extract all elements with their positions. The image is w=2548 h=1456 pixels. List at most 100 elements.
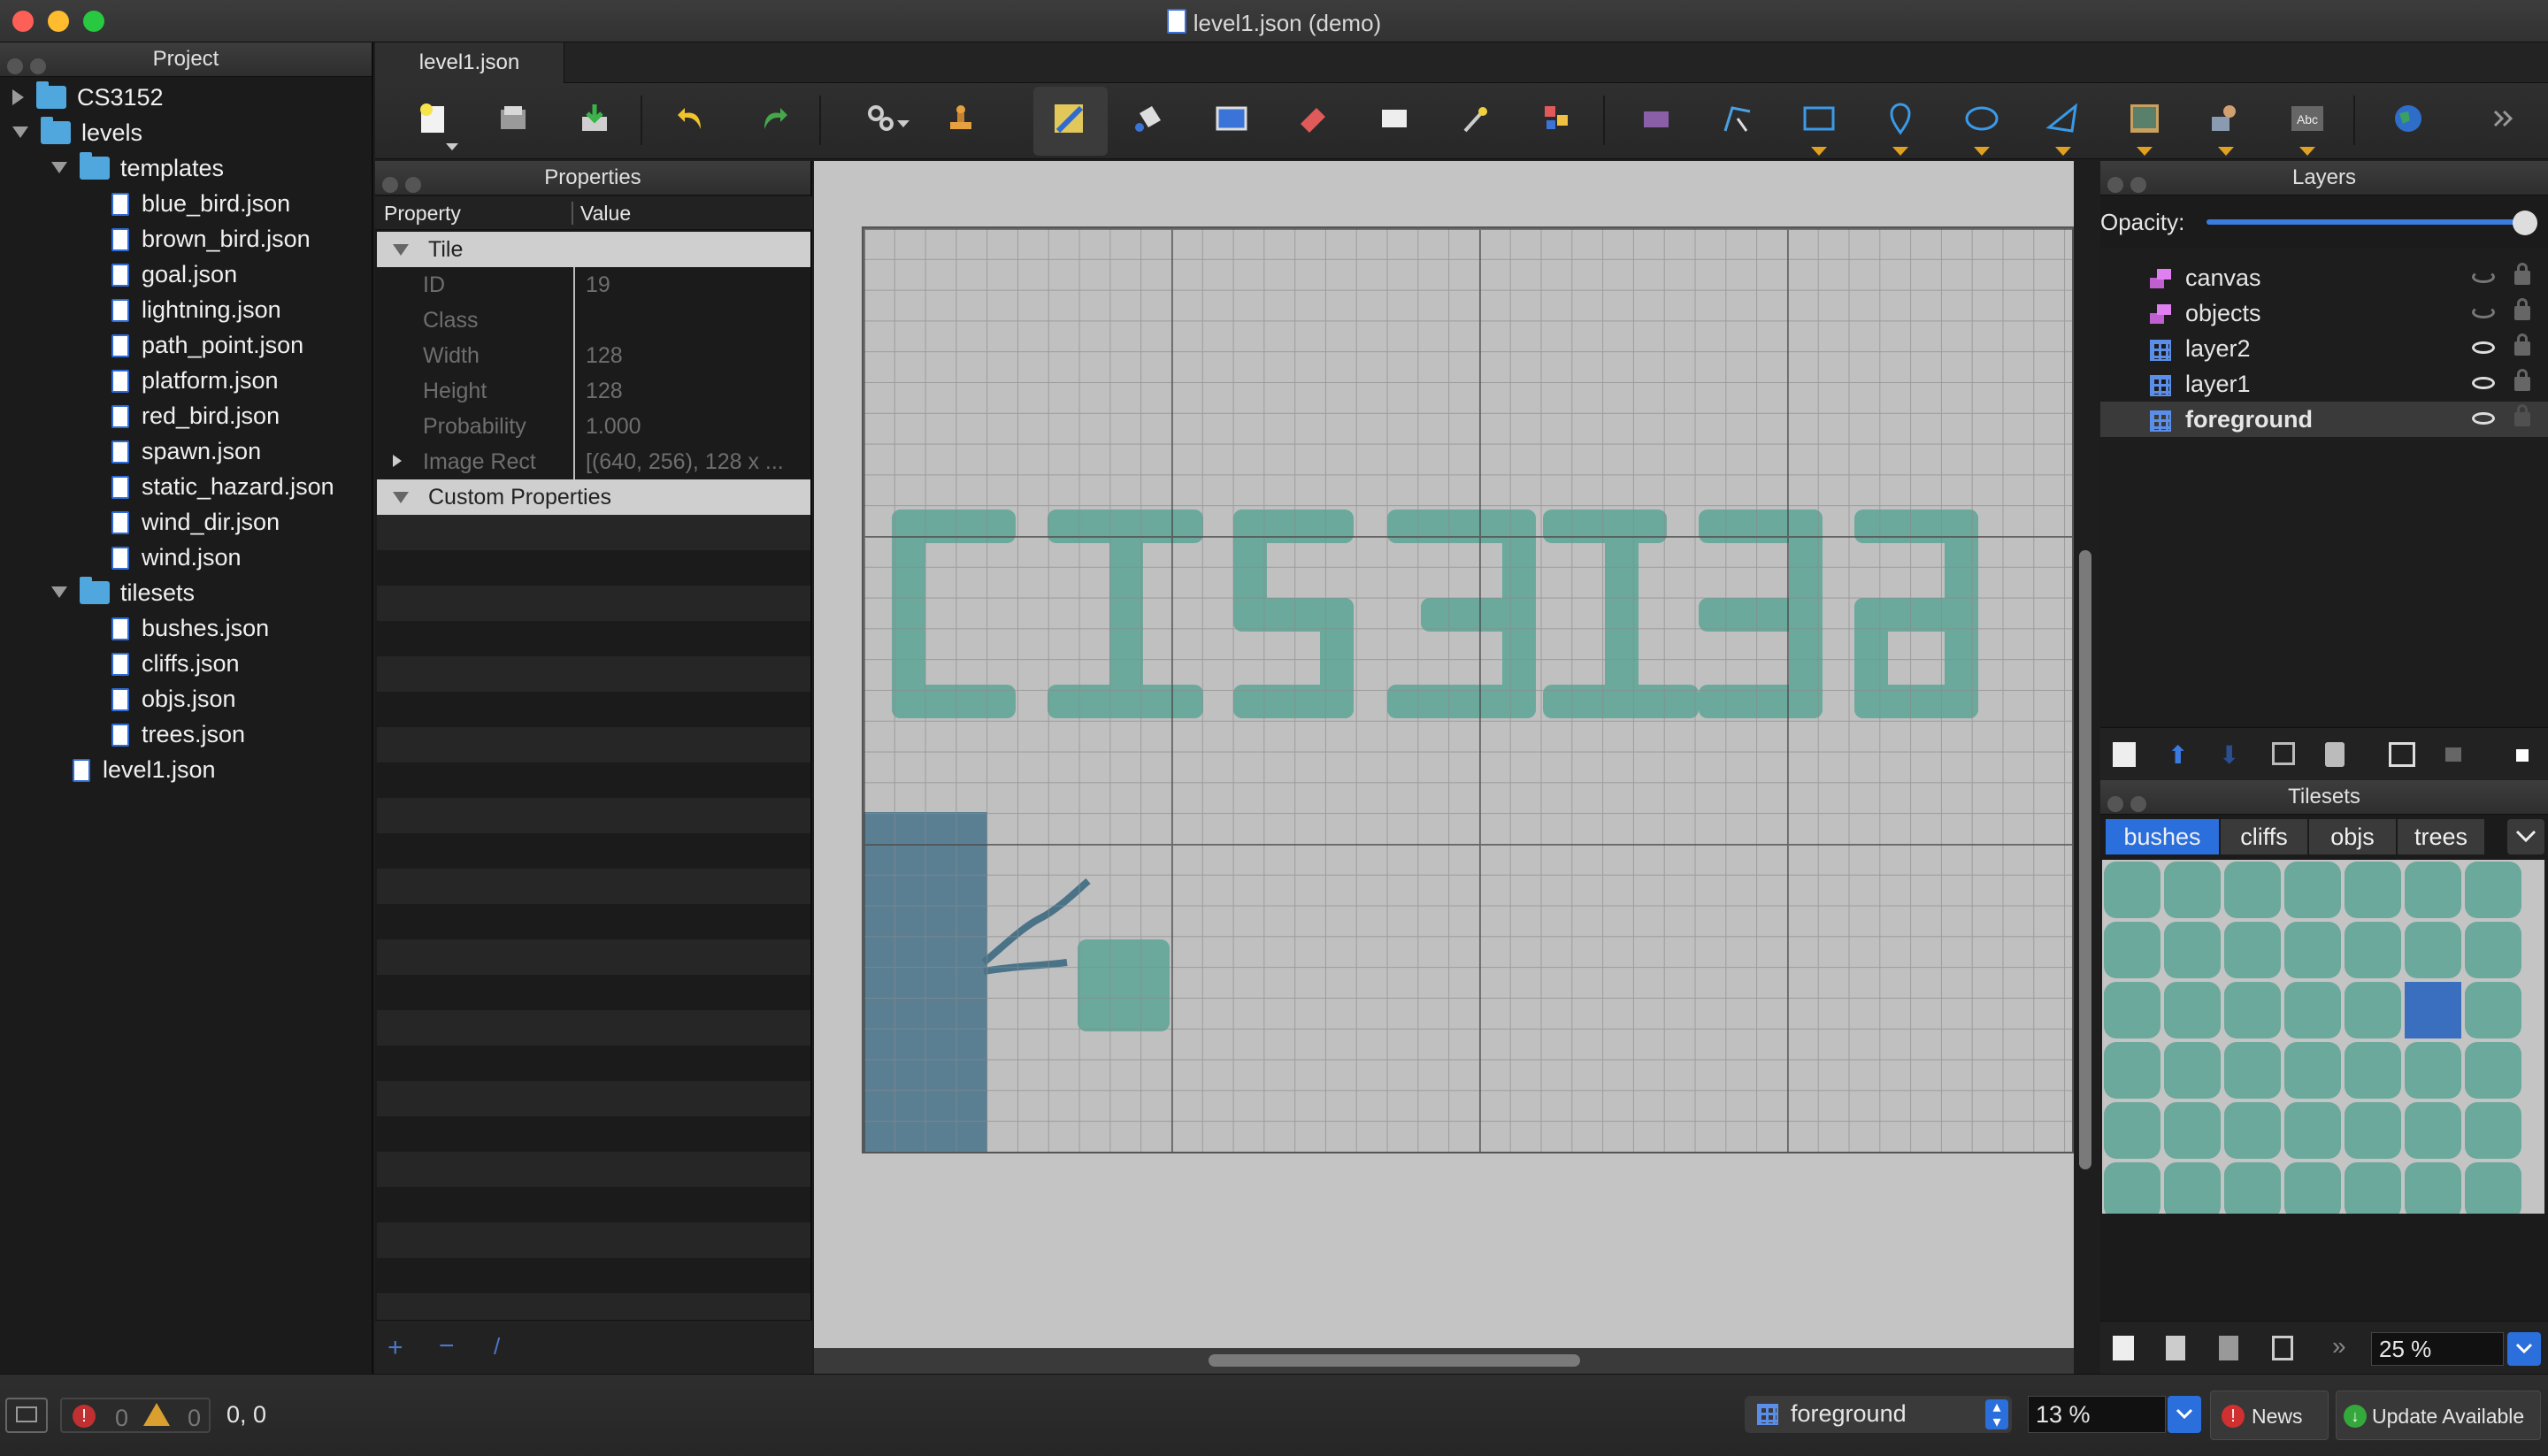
layer-item-layer2[interactable]: layer2	[2100, 331, 2548, 366]
export-tileset-icon[interactable]	[2219, 1336, 2238, 1360]
opacity-slider[interactable]	[2206, 219, 2525, 225]
tileset-tile[interactable]	[2284, 1042, 2341, 1099]
embed-tileset-icon[interactable]	[2166, 1336, 2185, 1360]
issues-button[interactable]: ! 0 0	[60, 1398, 211, 1433]
rename-property-icon[interactable]: /	[494, 1333, 500, 1360]
layer-select-dropdown[interactable]: foreground ▴ ▾	[1745, 1396, 2012, 1433]
tileset-tile[interactable]	[2405, 1102, 2461, 1159]
insert-tile-button[interactable]	[2120, 94, 2169, 156]
opacity-slider-handle[interactable]	[2513, 211, 2537, 235]
news-button[interactable]: ! News	[2210, 1391, 2329, 1440]
tileset-tile[interactable]	[2104, 1102, 2160, 1159]
tileset-zoom-dropdown[interactable]	[2507, 1332, 2541, 1366]
map-zoom-field[interactable]: 13 %	[2028, 1396, 2166, 1433]
insert-polygon-button[interactable]	[2038, 94, 2088, 156]
tree-file-item[interactable]: level1.json	[73, 752, 216, 787]
console-toggle-button[interactable]	[5, 1398, 48, 1433]
open-button[interactable]	[488, 94, 538, 143]
tileset-tile[interactable]	[2224, 982, 2281, 1038]
tileset-tile[interactable]	[2104, 1162, 2160, 1214]
tileset-tile[interactable]	[2224, 1042, 2281, 1099]
lock-icon[interactable]	[2514, 298, 2530, 320]
property-row[interactable]: Width 128	[377, 338, 810, 375]
world-tool-button[interactable]	[2383, 94, 2433, 143]
command-button[interactable]	[856, 94, 909, 143]
tileset-tile[interactable]	[2465, 862, 2521, 918]
panel-close-icon[interactable]	[382, 177, 398, 193]
property-row[interactable]: Height 128	[377, 373, 810, 410]
tree-file-item[interactable]: static_hazard.json	[111, 469, 334, 504]
panel-float-icon[interactable]	[30, 58, 46, 74]
tileset-tile[interactable]	[2284, 1102, 2341, 1159]
panel-close-icon[interactable]	[7, 58, 23, 74]
tileset-tile[interactable]	[2345, 1102, 2401, 1159]
property-column-label[interactable]: Property	[384, 196, 461, 230]
tile-map[interactable]	[862, 226, 2074, 1153]
eye-closed-icon[interactable]	[2472, 271, 2495, 283]
map-zoom-dropdown[interactable]	[2168, 1396, 2201, 1433]
select-same-tile-button[interactable]	[1532, 94, 1582, 143]
disclosure-expanded-icon[interactable]	[51, 162, 67, 173]
value-column-label[interactable]: Value	[580, 196, 631, 230]
panel-float-icon[interactable]	[405, 177, 421, 193]
save-button[interactable]	[570, 94, 619, 143]
eye-icon[interactable]	[2472, 341, 2495, 354]
layer-item-objects[interactable]: objects	[2100, 295, 2548, 331]
tree-file-item[interactable]: path_point.json	[111, 327, 303, 363]
property-row[interactable]: ID 19	[377, 267, 810, 304]
disclosure-collapsed-icon[interactable]	[393, 455, 402, 467]
tree-file-item[interactable]: red_bird.json	[111, 398, 280, 433]
tree-folder-item[interactable]: templates	[51, 150, 224, 186]
tileset-tile[interactable]	[2405, 862, 2461, 918]
tileset-tile[interactable]	[2405, 1042, 2461, 1099]
panel-close-icon[interactable]	[2107, 177, 2123, 193]
layer-item-canvas[interactable]: canvas	[2100, 260, 2548, 295]
tileset-tile[interactable]	[2164, 1042, 2221, 1099]
tileset-tile[interactable]	[2405, 1162, 2461, 1214]
rectangle-select-button[interactable]	[1370, 94, 1419, 143]
tree-file-item[interactable]: wind.json	[111, 540, 242, 575]
tree-folder-item[interactable]: levels	[12, 115, 142, 150]
lower-layer-icon[interactable]: ⬇	[2219, 740, 2239, 770]
raise-layer-icon[interactable]: ⬆	[2168, 740, 2188, 770]
tree-file-item[interactable]: spawn.json	[111, 433, 261, 469]
tileset-tile[interactable]	[2164, 1102, 2221, 1159]
disclosure-expanded-icon[interactable]	[12, 126, 28, 138]
vertical-scrollbar-thumb[interactable]	[2079, 550, 2091, 1169]
eye-closed-icon[interactable]	[2472, 306, 2495, 318]
terrain-brush-button[interactable]	[1033, 87, 1108, 156]
show-other-layers-icon[interactable]	[2389, 742, 2415, 767]
tileset-tile[interactable]	[2104, 922, 2160, 978]
tileset-tile[interactable]	[2465, 922, 2521, 978]
property-row[interactable]: Class	[377, 303, 810, 340]
tree-file-item[interactable]: trees.json	[111, 717, 245, 752]
shape-fill-button[interactable]	[1207, 94, 1256, 143]
tree-file-item[interactable]: platform.json	[111, 363, 279, 398]
panel-float-icon[interactable]	[2130, 177, 2146, 193]
tree-file-item[interactable]: brown_bird.json	[111, 221, 311, 257]
tree-folder-item[interactable]: CS3152	[12, 80, 164, 115]
eye-icon[interactable]	[2472, 377, 2495, 389]
tileset-tile[interactable]	[2224, 1162, 2281, 1214]
tileset-tile[interactable]	[2224, 922, 2281, 978]
tileset-tile[interactable]	[2465, 1042, 2521, 1099]
tree-file-item[interactable]: lightning.json	[111, 292, 281, 327]
panel-float-icon[interactable]	[2130, 796, 2146, 812]
insert-rectangle-button[interactable]	[1794, 94, 1844, 156]
tileset-zoom-field[interactable]: 25 %	[2371, 1332, 2504, 1366]
tree-folder-item[interactable]: tilesets	[51, 575, 195, 610]
tree-file-item[interactable]: wind_dir.json	[111, 504, 280, 540]
tileset-view[interactable]	[2102, 860, 2544, 1214]
tileset-tile[interactable]	[2164, 1162, 2221, 1214]
new-map-button[interactable]	[407, 94, 458, 150]
horizontal-scrollbar-thumb[interactable]	[1209, 1354, 1580, 1367]
tileset-tile[interactable]	[2465, 1102, 2521, 1159]
tree-file-item[interactable]: blue_bird.json	[111, 186, 290, 221]
tileset-tile[interactable]	[2284, 1162, 2341, 1214]
edit-polygons-button[interactable]	[1713, 94, 1762, 143]
insert-ellipse-button[interactable]	[1957, 94, 2007, 156]
selected-tileset-tile[interactable]	[2405, 982, 2461, 1038]
new-tileset-icon[interactable]	[2113, 1336, 2134, 1360]
tileset-tab-trees[interactable]: trees	[2398, 819, 2484, 854]
unlock-icon[interactable]	[2514, 404, 2530, 426]
